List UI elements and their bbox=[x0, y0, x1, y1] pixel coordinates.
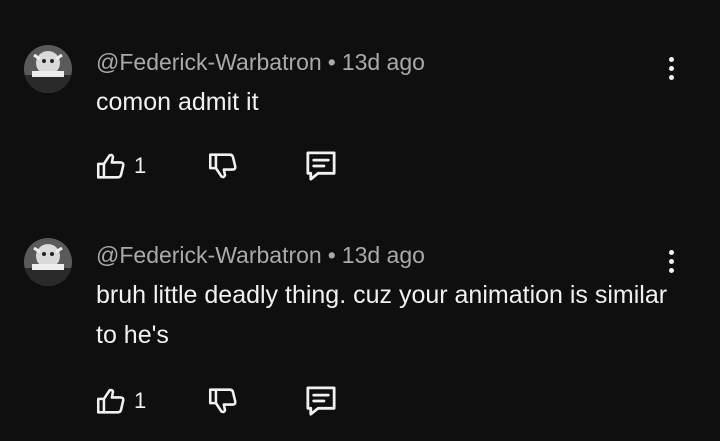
comment-text: comon admit it bbox=[96, 88, 259, 116]
avatar-image bbox=[24, 45, 72, 93]
avatar[interactable] bbox=[24, 45, 72, 93]
more-vertical-icon[interactable] bbox=[659, 244, 683, 278]
reply-icon bbox=[306, 386, 336, 416]
comment-time: 13d ago bbox=[341, 49, 425, 75]
author-name[interactable]: @Federick-Warbatron bbox=[96, 49, 322, 75]
comment-item: @Federick-Warbatron • 13d ago comon admit … bbox=[0, 0, 720, 200]
like-count: 1 bbox=[134, 153, 147, 178]
comment-text: bruh little deadly thing. cuz your anima… bbox=[96, 281, 668, 349]
comment-time: 13d ago bbox=[341, 242, 425, 268]
thumbs-up-icon bbox=[96, 153, 125, 179]
thumbs-down-icon bbox=[208, 388, 237, 414]
like-button[interactable]: 1 bbox=[94, 383, 146, 419]
dislike-button[interactable] bbox=[206, 383, 240, 419]
meta-separator: • bbox=[327, 242, 336, 268]
reply-button[interactable] bbox=[302, 148, 340, 184]
avatar[interactable] bbox=[24, 238, 72, 286]
avatar-image bbox=[24, 238, 72, 286]
like-button[interactable]: 1 bbox=[94, 148, 146, 184]
comment-meta: @Federick-Warbatron • 13d ago bbox=[96, 48, 425, 76]
reply-icon bbox=[306, 151, 336, 181]
thumbs-down-icon bbox=[208, 153, 237, 179]
like-count: 1 bbox=[134, 388, 147, 413]
thumbs-up-icon bbox=[96, 388, 125, 414]
reply-button[interactable] bbox=[302, 383, 340, 419]
comment-item: @Federick-Warbatron • 13d ago bruh little … bbox=[0, 200, 720, 441]
dislike-button[interactable] bbox=[206, 148, 240, 184]
comment-actions: 1 bbox=[94, 383, 354, 419]
comment-meta: @Federick-Warbatron • 13d ago bbox=[96, 241, 425, 269]
author-name[interactable]: @Federick-Warbatron bbox=[96, 242, 322, 268]
meta-separator: • bbox=[327, 49, 336, 75]
more-vertical-icon[interactable] bbox=[659, 51, 683, 85]
comment-actions: 1 bbox=[94, 148, 354, 184]
